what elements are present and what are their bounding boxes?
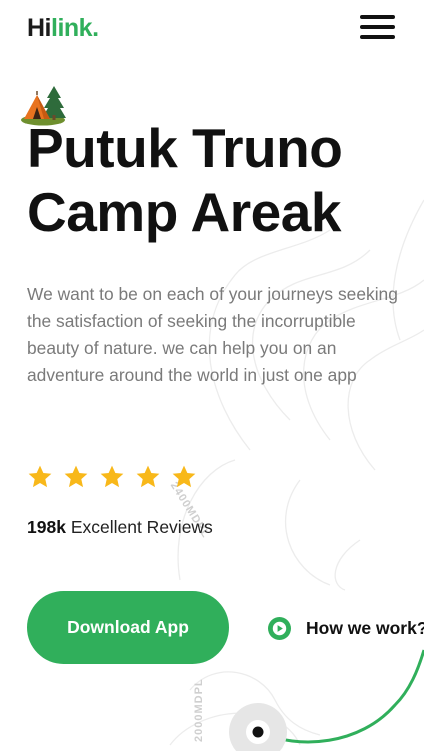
reviews-count: 198k [27, 517, 66, 537]
location-marker-dot [252, 726, 264, 738]
hero-description: We want to be on each of your journeys s… [27, 284, 398, 385]
altitude-label-2000: 2000MDPL [193, 678, 205, 742]
hero-title: Putuk Truno Camp Areak [27, 116, 417, 244]
location-marker-halo [229, 703, 287, 751]
logo-suffix: link. [51, 14, 99, 42]
star-icon [28, 465, 52, 488]
top-header: Hilink. [0, 0, 424, 56]
star-icon [64, 465, 88, 488]
download-app-button[interactable]: Download App [27, 591, 229, 664]
reviews-label: Excellent Reviews [70, 517, 213, 537]
rating-stars [27, 464, 207, 490]
star-icon [172, 465, 196, 488]
hero-title-line-1: Putuk Truno [27, 117, 343, 179]
route-path [257, 649, 424, 744]
logo-prefix: Hi [27, 14, 52, 42]
hero-title-line-2: Camp Areak [27, 181, 341, 243]
play-icon [268, 616, 291, 640]
hamburger-menu-icon[interactable] [360, 15, 395, 40]
hilink-logo[interactable]: Hilink. [27, 14, 99, 43]
how-we-work-button[interactable]: How we work? [268, 616, 424, 640]
how-we-work-label: How we work? [306, 617, 424, 638]
reviews-summary: 198k Excellent Reviews [27, 517, 213, 538]
star-icon [136, 465, 160, 488]
star-icon [100, 465, 124, 488]
location-marker-ring [246, 720, 270, 744]
